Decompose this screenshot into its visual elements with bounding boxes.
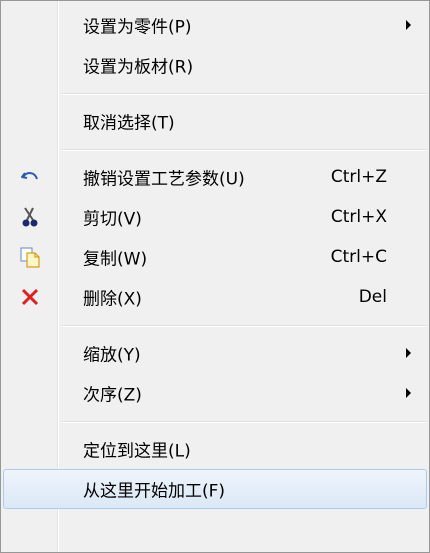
menu-item-label: 删除(X) [83, 289, 142, 310]
menu-item-label: 设置为板材(R) [83, 57, 194, 78]
menu-item-order[interactable]: 次序(Z) [3, 373, 427, 413]
menu-item-set-as-part[interactable]: 设置为零件(P) [3, 5, 427, 45]
menu-item-label: 设置为零件(P) [83, 17, 192, 38]
menu-separator [61, 325, 427, 327]
shortcut-label: Ctrl+Z [330, 167, 387, 187]
shortcut-label: Del [358, 287, 387, 307]
menu-item-delete[interactable]: 删除(X) Del [3, 277, 427, 317]
submenu-arrow-icon [406, 348, 411, 358]
menu-item-set-as-sheet[interactable]: 设置为板材(R) [3, 45, 427, 85]
menu-item-label: 缩放(Y) [83, 345, 141, 366]
menu-item-copy[interactable]: 复制(W) Ctrl+C [3, 237, 427, 277]
menu-item-label: 定位到这里(L) [83, 441, 191, 462]
menu-item-label: 次序(Z) [83, 385, 142, 406]
delete-icon [19, 286, 41, 308]
submenu-arrow-icon [406, 20, 411, 30]
menu-item-label: 取消选择(T) [83, 113, 175, 134]
undo-icon [19, 166, 41, 188]
context-menu: 设置为零件(P) 设置为板材(R) 取消选择(T) 撤销设置工艺参数(U) Ct… [0, 0, 430, 553]
menu-item-cut[interactable]: 剪切(V) Ctrl+X [3, 197, 427, 237]
shortcut-label: Ctrl+X [330, 207, 387, 227]
menu-item-label: 剪切(V) [83, 209, 142, 230]
menu-item-undo[interactable]: 撤销设置工艺参数(U) Ctrl+Z [3, 157, 427, 197]
menu-item-label: 撤销设置工艺参数(U) [83, 169, 245, 190]
menu-separator [61, 93, 427, 95]
menu-separator [61, 149, 427, 151]
submenu-arrow-icon [406, 388, 411, 398]
menu-item-zoom[interactable]: 缩放(Y) [3, 333, 427, 373]
scissors-icon [19, 206, 41, 228]
menu-separator [61, 421, 427, 423]
shortcut-label: Ctrl+C [330, 247, 387, 267]
menu-item-deselect[interactable]: 取消选择(T) [3, 101, 427, 141]
menu-item-locate-here[interactable]: 定位到这里(L) [3, 429, 427, 469]
copy-icon [19, 246, 41, 268]
menu-item-start-processing-here[interactable]: 从这里开始加工(F) [3, 469, 427, 509]
menu-item-label: 复制(W) [83, 249, 148, 270]
menu-item-label: 从这里开始加工(F) [83, 481, 226, 502]
